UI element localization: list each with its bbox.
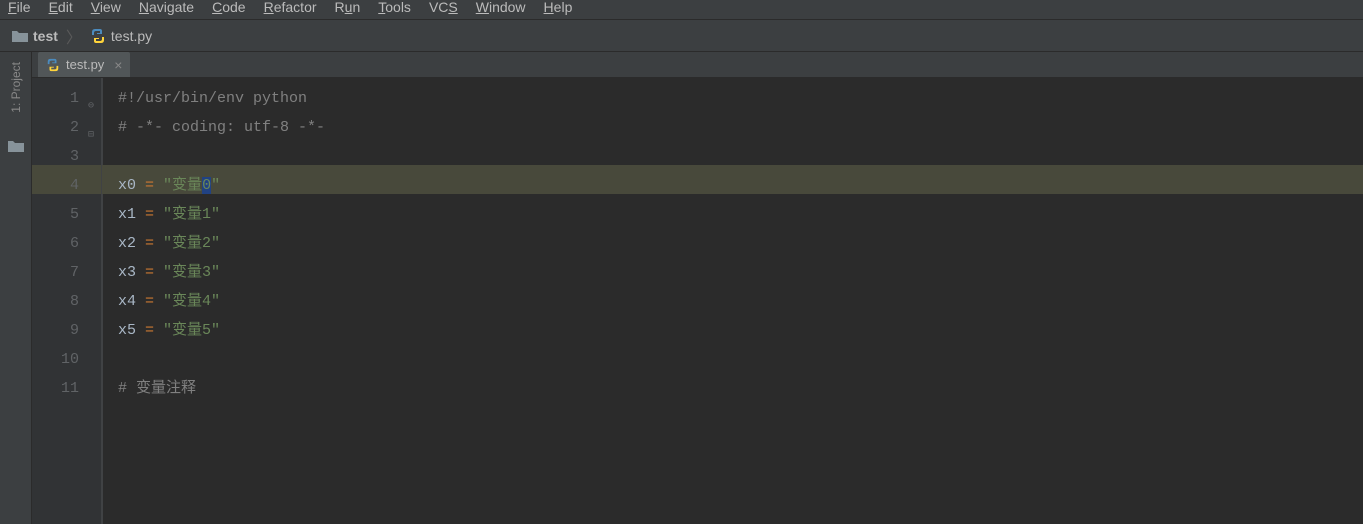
python-file-icon	[46, 58, 60, 72]
editor-tab-label: test.py	[66, 57, 104, 72]
menu-navigate[interactable]: Navigate	[139, 0, 194, 14]
code-line[interactable]: # 变量注释	[118, 374, 1363, 403]
comment-text: # -*- coding: utf-8 -*-	[118, 119, 325, 136]
line-number[interactable]: 10	[32, 345, 79, 374]
project-tool-tab[interactable]: 1: Project	[9, 56, 23, 119]
line-number[interactable]: 3	[32, 142, 79, 171]
code-area[interactable]: #!/usr/bin/env python # -*- coding: utf-8…	[102, 78, 1363, 524]
line-number[interactable]: 4	[32, 171, 79, 200]
main-row: 1: Project test.py × 1234567891011 ⊖⊟	[0, 52, 1363, 524]
menu-vcs[interactable]: VCS	[429, 0, 458, 14]
indent-guide	[102, 78, 103, 524]
line-number[interactable]: 1	[32, 84, 79, 113]
line-number[interactable]: 2	[32, 113, 79, 142]
string-literal: "变量0"	[163, 177, 220, 194]
line-number[interactable]: 8	[32, 287, 79, 316]
operator: =	[145, 206, 154, 223]
breadcrumb-separator-icon: 〉	[66, 24, 82, 48]
line-number[interactable]: 11	[32, 374, 79, 403]
variable-name: x1	[118, 206, 145, 223]
line-number[interactable]: 6	[32, 229, 79, 258]
menu-run[interactable]: Run	[335, 0, 361, 14]
code-line[interactable]: #!/usr/bin/env python	[118, 84, 1363, 113]
variable-name: x0	[118, 177, 145, 194]
breadcrumb-file-label: test.py	[111, 28, 152, 44]
code-line[interactable]: x2 = "变量2"	[118, 229, 1363, 258]
menu-file[interactable]: File	[8, 0, 31, 14]
editor-column: test.py × 1234567891011 ⊖⊟ #!/usr/bin/env…	[32, 52, 1363, 524]
code-line[interactable]	[118, 345, 1363, 374]
text-selection: 0	[202, 177, 211, 194]
string-literal: "变量2"	[163, 235, 220, 252]
menu-help[interactable]: Help	[544, 0, 573, 14]
code-line[interactable]: # -*- coding: utf-8 -*-	[118, 113, 1363, 142]
variable-name: x4	[118, 293, 145, 310]
code-line[interactable]: x5 = "变量5"	[118, 316, 1363, 345]
string-literal: "变量4"	[163, 293, 220, 310]
menubar: File Edit View Navigate Code Refactor Ru…	[0, 0, 1363, 20]
variable-name: x3	[118, 264, 145, 281]
string-literal: "变量5"	[163, 322, 220, 339]
folder-icon	[12, 29, 28, 43]
comment-text: # 变量注释	[118, 380, 196, 397]
close-icon[interactable]: ×	[114, 57, 122, 73]
menu-refactor[interactable]: Refactor	[264, 0, 317, 14]
variable-name: x5	[118, 322, 145, 339]
operator: =	[145, 264, 154, 281]
line-number-gutter[interactable]: 1234567891011 ⊖⊟	[32, 78, 102, 524]
menu-view[interactable]: View	[91, 0, 121, 14]
operator: =	[145, 177, 154, 194]
editor-tab[interactable]: test.py ×	[38, 52, 130, 77]
code-line[interactable]: x1 = "变量1"	[118, 200, 1363, 229]
menu-tools[interactable]: Tools	[378, 0, 411, 14]
breadcrumb-folder[interactable]: test	[12, 28, 58, 44]
string-literal: "变量3"	[163, 264, 220, 281]
comment-text: #!/usr/bin/env python	[118, 90, 307, 107]
operator: =	[145, 322, 154, 339]
code-line[interactable]	[118, 142, 1363, 171]
line-number[interactable]: 5	[32, 200, 79, 229]
operator: =	[145, 235, 154, 252]
code-line[interactable]: x4 = "变量4"	[118, 287, 1363, 316]
operator: =	[145, 293, 154, 310]
editor-area[interactable]: 1234567891011 ⊖⊟ #!/usr/bin/env python # -…	[32, 78, 1363, 524]
variable-name: x2	[118, 235, 145, 252]
breadcrumb-file[interactable]: test.py	[90, 28, 152, 44]
menu-edit[interactable]: Edit	[49, 0, 73, 14]
editor-tabbar: test.py ×	[32, 52, 1363, 78]
line-number[interactable]: 9	[32, 316, 79, 345]
code-line[interactable]: x0 = "变量0"	[118, 171, 1363, 200]
line-number[interactable]: 7	[32, 258, 79, 287]
string-literal: "变量1"	[163, 206, 220, 223]
python-file-icon	[90, 28, 106, 44]
left-tool-gutter: 1: Project	[0, 52, 32, 524]
code-line[interactable]: x3 = "变量3"	[118, 258, 1363, 287]
menu-window[interactable]: Window	[476, 0, 526, 14]
fold-marker-icon[interactable]: ⊟	[88, 121, 94, 150]
folder-tool-icon[interactable]	[8, 139, 24, 153]
breadcrumb: test 〉 test.py	[0, 20, 1363, 52]
menu-code[interactable]: Code	[212, 0, 245, 14]
fold-marker-icon[interactable]: ⊖	[88, 92, 94, 121]
breadcrumb-folder-label: test	[33, 28, 58, 44]
project-tool-label: 1: Project	[9, 62, 23, 113]
